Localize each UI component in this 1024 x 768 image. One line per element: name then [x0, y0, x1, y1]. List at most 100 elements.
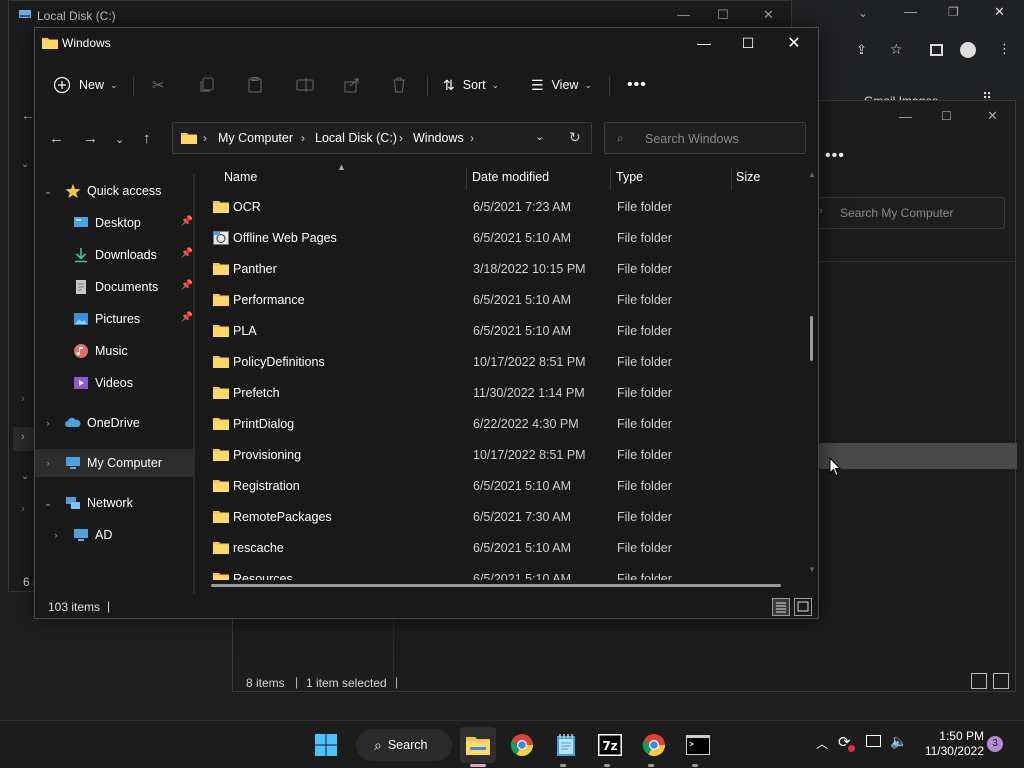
- more-options-icon[interactable]: •••: [825, 147, 845, 165]
- column-divider[interactable]: [466, 168, 467, 190]
- start-button[interactable]: [308, 727, 344, 763]
- search-input[interactable]: ⌕ Search Windows: [604, 122, 806, 154]
- column-header-date-modified[interactable]: Date modified: [472, 170, 549, 184]
- sidebar-item-onedrive[interactable]: › OneDrive: [35, 409, 193, 437]
- breadcrumb-my-computer[interactable]: My Computer: [218, 131, 293, 145]
- chevron-right-icon[interactable]: ›: [41, 458, 55, 468]
- delete-button[interactable]: [392, 68, 406, 102]
- close-button[interactable]: ✕: [771, 32, 817, 54]
- large-icons-view-button[interactable]: [794, 598, 812, 616]
- rename-button[interactable]: [296, 68, 314, 102]
- sidebar-toggle-icon[interactable]: [930, 44, 943, 56]
- taskbar-chrome[interactable]: [504, 727, 540, 763]
- sidebar-item-pictures[interactable]: Pictures 📌: [35, 305, 193, 333]
- address-history-chevron-icon[interactable]: ⌄: [535, 130, 544, 143]
- column-header-name[interactable]: Name: [224, 170, 257, 184]
- file-row[interactable]: PolicyDefinitions 10/17/2022 8:51 PM File …: [207, 347, 807, 378]
- chevron-right-icon[interactable]: ›: [21, 503, 25, 515]
- details-view-button[interactable]: [772, 598, 790, 616]
- chevron-right-icon[interactable]: ›: [21, 431, 25, 443]
- view-button[interactable]: ☰ View ⌄: [531, 68, 592, 102]
- breadcrumb-chevron-icon[interactable]: ›: [203, 131, 207, 145]
- cut-button[interactable]: ✂: [152, 68, 165, 102]
- file-row[interactable]: PLA 6/5/2021 5:10 AM File folder: [207, 316, 807, 347]
- close-icon[interactable]: ✕: [994, 4, 1005, 20]
- share-icon[interactable]: ⇪: [856, 42, 867, 58]
- chevron-right-icon[interactable]: ›: [49, 530, 63, 540]
- file-row[interactable]: OCR 6/5/2021 7:23 AM File folder: [207, 192, 807, 223]
- breadcrumb-windows[interactable]: Windows: [413, 131, 464, 145]
- share-button[interactable]: [344, 68, 360, 102]
- network-monitor-icon[interactable]: [866, 735, 881, 747]
- taskbar-7zip[interactable]: 7z: [592, 727, 628, 763]
- bookmark-star-icon[interactable]: ☆: [890, 41, 903, 58]
- scroll-down-icon[interactable]: ▼: [808, 565, 816, 574]
- column-divider[interactable]: [610, 168, 611, 190]
- file-row[interactable]: Provisioning 10/17/2022 8:51 PM File folde…: [207, 440, 807, 471]
- sidebar-item-network[interactable]: ⌄ Network: [35, 489, 193, 517]
- file-row[interactable]: Offline Web Pages 6/5/2021 5:10 AM File fo…: [207, 223, 807, 254]
- show-hidden-icons-chevron-icon[interactable]: ︿: [816, 735, 828, 752]
- minimize-button[interactable]: —: [681, 32, 727, 54]
- sidebar-scrollbar[interactable]: [193, 174, 195, 594]
- minimize-icon[interactable]: —: [899, 109, 912, 124]
- background-search-input[interactable]: Search My Computer: [811, 197, 1005, 229]
- pin-icon[interactable]: 📌: [181, 280, 193, 291]
- file-row[interactable]: Resources 6/5/2021 5:10 AM File folder: [207, 564, 807, 580]
- horizontal-scrollbar-thumb[interactable]: [211, 584, 781, 587]
- sidebar-item-quick-access[interactable]: ⌄ Quick access: [35, 177, 193, 205]
- sidebar-item-videos[interactable]: Videos: [35, 369, 193, 397]
- taskbar-search-button[interactable]: ⌕ Search: [356, 729, 452, 761]
- chevron-down-icon[interactable]: ⌄: [21, 471, 29, 482]
- more-vert-icon[interactable]: ⋮: [998, 41, 1011, 57]
- chevron-right-icon[interactable]: ›: [21, 393, 25, 405]
- sidebar-item-desktop[interactable]: Desktop 📌: [35, 209, 193, 237]
- background-browser-window[interactable]: ⌄ — ❐ ✕ ⇪ ☆ ⋮ Gmail Images ⠿: [792, 0, 1024, 108]
- sort-button[interactable]: ⇅ Sort ⌄: [443, 68, 499, 102]
- column-header-type[interactable]: Type: [616, 170, 643, 184]
- minimize-icon[interactable]: —: [904, 4, 917, 19]
- chevron-down-icon[interactable]: ⌄: [858, 6, 868, 20]
- profile-avatar-icon[interactable]: [960, 42, 976, 58]
- file-row[interactable]: Registration 6/5/2021 5:10 AM File folder: [207, 471, 807, 502]
- sidebar-item-documents[interactable]: Documents 📌: [35, 273, 193, 301]
- sidebar-item-my-computer[interactable]: › My Computer: [35, 449, 193, 477]
- volume-icon[interactable]: 🔈: [890, 733, 907, 750]
- tiles-view-icon[interactable]: [993, 673, 1009, 689]
- notification-count-badge[interactable]: 3: [987, 736, 1003, 752]
- refresh-icon[interactable]: ↻: [569, 129, 581, 146]
- taskbar-terminal[interactable]: [680, 727, 716, 763]
- breadcrumb-chevron-icon[interactable]: ›: [399, 131, 403, 145]
- file-row[interactable]: rescache 6/5/2021 5:10 AM File folder: [207, 533, 807, 564]
- column-divider[interactable]: [731, 168, 732, 190]
- maximize-button[interactable]: ☐: [725, 32, 771, 54]
- vertical-scrollbar-thumb[interactable]: [810, 316, 813, 361]
- chevron-down-icon[interactable]: ⌄: [41, 186, 55, 197]
- sidebar-item-downloads[interactable]: Downloads 📌: [35, 241, 193, 269]
- pin-icon[interactable]: 📌: [181, 248, 193, 259]
- file-row[interactable]: Performance 6/5/2021 5:10 AM File folder: [207, 285, 807, 316]
- file-row[interactable]: RemotePackages 6/5/2021 7:30 AM File folde…: [207, 502, 807, 533]
- minimize-icon[interactable]: —: [677, 7, 690, 22]
- recent-locations-button[interactable]: ⌄: [115, 133, 124, 146]
- pin-icon[interactable]: 📌: [181, 216, 193, 227]
- paste-button[interactable]: [248, 68, 262, 102]
- breadcrumb-chevron-icon[interactable]: ›: [470, 131, 474, 145]
- chevron-down-icon[interactable]: ⌄: [21, 159, 29, 170]
- forward-button[interactable]: →: [83, 130, 98, 147]
- file-row[interactable]: Panther 3/18/2022 10:15 PM File folder: [207, 254, 807, 285]
- new-button[interactable]: New ⌄: [53, 68, 118, 102]
- breadcrumb-chevron-icon[interactable]: ›: [301, 131, 305, 145]
- clock[interactable]: 1:50 PM 11/30/2022: [908, 729, 984, 759]
- column-header-size[interactable]: Size: [736, 170, 760, 184]
- taskbar-chrome-2[interactable]: [636, 727, 672, 763]
- explorer-window-windows[interactable]: Windows — ☐ ✕ New ⌄ ✂ ⇅ Sort ⌄ ☰ View ⌄ …: [34, 27, 819, 619]
- file-row[interactable]: Prefetch 11/30/2022 1:14 PM File folder: [207, 378, 807, 409]
- address-bar[interactable]: › My Computer › Local Disk (C:) › Window…: [172, 122, 592, 154]
- selected-row[interactable]: [819, 443, 1017, 469]
- details-view-icon[interactable]: [971, 673, 987, 689]
- maximize-icon[interactable]: ☐: [941, 109, 952, 123]
- taskbar-file-explorer[interactable]: [460, 727, 496, 763]
- sidebar-item-music[interactable]: Music: [35, 337, 193, 365]
- scroll-up-icon[interactable]: ▲: [808, 170, 816, 179]
